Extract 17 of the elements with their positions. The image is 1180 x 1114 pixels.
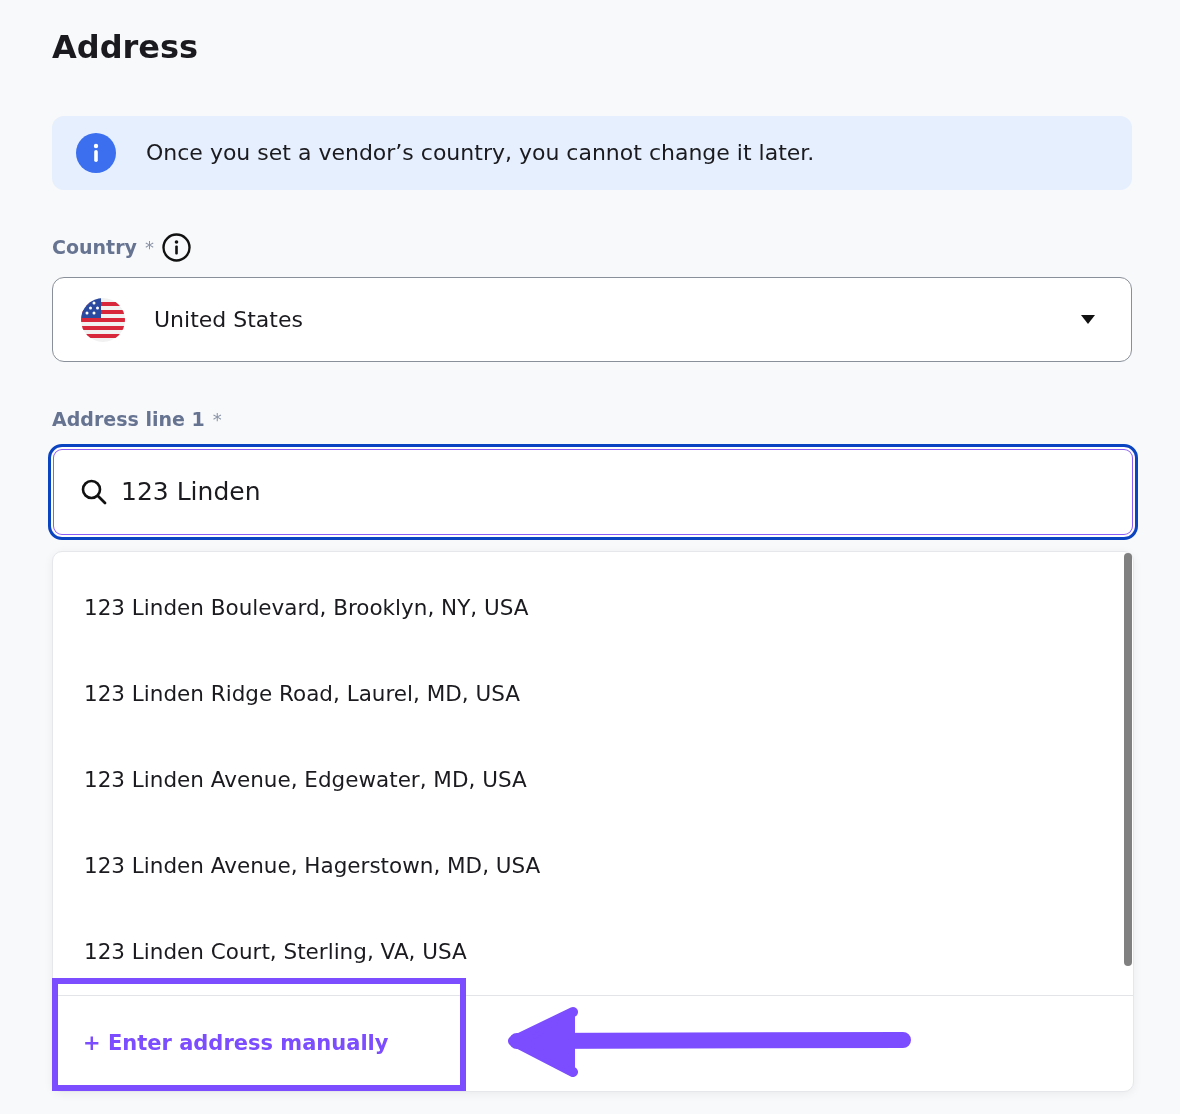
page-title: Address <box>52 27 199 68</box>
search-icon <box>81 479 107 505</box>
enter-address-manually-link[interactable]: + Enter address manually <box>83 1027 389 1060</box>
field-label: Country <box>52 234 137 260</box>
caret-down-icon <box>1081 315 1095 324</box>
notice-text: Once you set a vendor’s country, you cannot change it later. <box>146 139 815 167</box>
required-mark: * <box>144 235 154 260</box>
us-flag-icon <box>81 297 125 342</box>
scrollbar-thumb[interactable] <box>1124 553 1132 966</box>
input-value: 123 Linden <box>121 476 261 509</box>
select-value: United States <box>154 306 304 334</box>
info-icon <box>76 133 116 173</box>
country-select[interactable]: United States <box>52 277 1132 362</box>
info-icon[interactable] <box>161 232 191 262</box>
required-mark: * <box>212 407 222 432</box>
field-label: Address line 1 <box>52 406 205 432</box>
address-search-field[interactable]: 123 Linden <box>48 444 1138 540</box>
